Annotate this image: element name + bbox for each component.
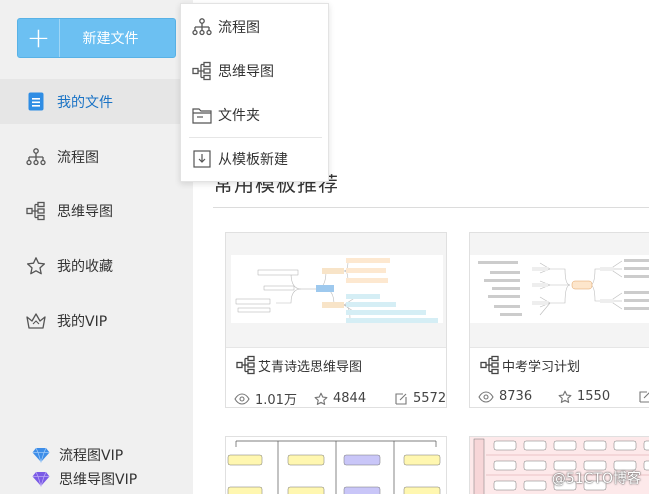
likes-stat: 4844 — [314, 389, 394, 408]
sidebar-item-label: 流程图 — [57, 149, 99, 166]
menu-item-from-template[interactable]: 从模板新建 — [181, 139, 328, 179]
views-stat: 1.01万 — [234, 389, 314, 408]
likes-count: 1550 — [577, 389, 611, 404]
menu-item-label: 思维导图 — [218, 64, 274, 80]
template-stats: 1.01万 4844 5572 — [234, 389, 446, 408]
edit-icon — [395, 392, 407, 405]
crown-icon — [25, 310, 47, 332]
star-icon — [25, 255, 47, 277]
section-divider — [213, 207, 649, 208]
mindmap-vip-label: 思维导图VIP — [59, 472, 138, 488]
flowchart-icon — [25, 146, 47, 168]
new-file-label: 新建文件 — [82, 31, 139, 47]
menu-item-flowchart[interactable]: 流程图 — [181, 7, 328, 47]
flowchart-icon — [191, 16, 213, 38]
eye-icon — [234, 392, 250, 405]
edit-icon — [639, 390, 649, 403]
edits-stat — [638, 389, 649, 404]
template-card[interactable]: 艾青诗选思维导图 1.01万 4844 5572 — [225, 232, 447, 408]
sidebar-item-favorites[interactable]: 我的收藏 — [0, 243, 193, 288]
sidebar: + 新建文件 我的文件 流程图 思维导图 我的收藏 我的VIP 流程图VIP 思… — [0, 0, 193, 494]
sidebar-item-label: 我的收藏 — [57, 258, 113, 275]
template-title: 中考学习计划 — [480, 355, 580, 375]
sidebar-item-label: 思维导图 — [57, 203, 113, 220]
star-icon — [314, 392, 328, 405]
star-icon — [558, 390, 572, 403]
mindmap-icon — [191, 60, 213, 82]
likes-stat: 1550 — [558, 389, 638, 404]
diamond-blue-icon — [32, 447, 50, 463]
sidebar-item-mindmap[interactable]: 思维导图 — [0, 188, 193, 233]
mindmap-vip-link[interactable]: 思维导图VIP — [32, 469, 137, 489]
mindmap-icon — [480, 355, 499, 375]
menu-item-label: 文件夹 — [218, 108, 260, 124]
template-stats: 8736 1550 — [478, 389, 649, 404]
sidebar-item-my-files[interactable]: 我的文件 — [0, 79, 193, 124]
menu-divider — [189, 137, 322, 138]
edits-stat: 5572 — [394, 389, 446, 408]
new-file-dropdown: 流程图 思维导图 文件夹 从模板新建 — [180, 3, 329, 182]
template-title: 艾青诗选思维导图 — [236, 355, 362, 375]
eye-icon — [478, 390, 494, 403]
sidebar-item-vip[interactable]: 我的VIP — [0, 298, 193, 343]
menu-item-label: 从模板新建 — [218, 152, 288, 168]
sidebar-item-label: 我的VIP — [57, 313, 108, 330]
template-thumbnail — [226, 233, 446, 348]
flowchart-vip-link[interactable]: 流程图VIP — [32, 445, 123, 465]
menu-item-folder[interactable]: 文件夹 — [181, 95, 328, 135]
template-thumbnail — [226, 437, 446, 494]
mindmap-icon — [25, 200, 47, 222]
template-card[interactable] — [225, 436, 447, 494]
template-title-text: 艾青诗选思维导图 — [258, 359, 363, 375]
menu-item-label: 流程图 — [218, 20, 260, 36]
sidebar-item-flowchart[interactable]: 流程图 — [0, 134, 193, 179]
flowchart-vip-label: 流程图VIP — [59, 448, 124, 464]
edits-count: 5572 — [413, 391, 447, 406]
template-title-text: 中考学习计划 — [502, 359, 581, 375]
plus-icon: + — [18, 19, 60, 57]
watermark: @51CTO博客 — [551, 471, 641, 487]
views-stat: 8736 — [478, 389, 558, 404]
likes-count: 4844 — [333, 391, 367, 406]
new-file-button[interactable]: + 新建文件 — [17, 18, 176, 58]
file-icon — [25, 91, 47, 113]
views-count: 8736 — [499, 389, 533, 404]
template-thumbnail — [470, 233, 649, 348]
menu-item-mindmap[interactable]: 思维导图 — [181, 51, 328, 91]
folder-icon — [191, 104, 213, 126]
diamond-purple-icon — [32, 471, 50, 487]
app-window: + 新建文件 我的文件 流程图 思维导图 我的收藏 我的VIP 流程图VIP 思… — [0, 0, 649, 494]
template-card[interactable]: 中考学习计划 8736 1550 — [469, 232, 649, 408]
sidebar-item-label: 我的文件 — [57, 94, 113, 111]
mindmap-icon — [236, 355, 255, 375]
template-import-icon — [191, 148, 213, 170]
views-count: 1.01万 — [255, 393, 297, 408]
